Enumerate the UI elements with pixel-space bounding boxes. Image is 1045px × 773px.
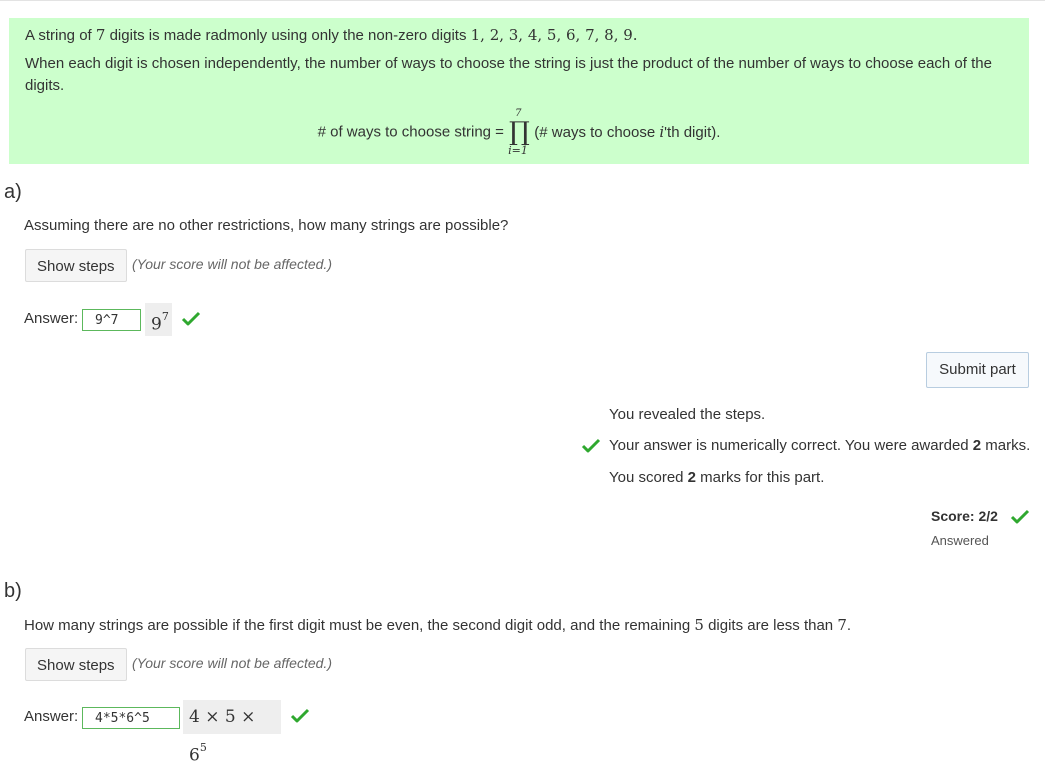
formula-lhs: # of ways to choose string = xyxy=(317,123,504,141)
answer-label: Answer: xyxy=(24,708,79,725)
answer-input[interactable]: 4*5*6^5 xyxy=(82,707,180,729)
intro-line-3: digits. xyxy=(25,77,65,94)
score-note: (Your score will not be affected.) xyxy=(132,256,332,272)
part-a-question: Assuming there are no other restrictions… xyxy=(24,217,509,234)
feedback-correct: Your answer is numerically correct. You … xyxy=(609,437,1031,454)
answer-preview: 4 × 5 × 65 xyxy=(183,700,281,766)
feedback-scored: You scored 2 marks for this part. xyxy=(609,469,825,486)
intro-box: A string of 7 digits is made radmonly us… xyxy=(9,18,1029,164)
feedback-revealed: You revealed the steps. xyxy=(609,406,766,423)
show-steps-button[interactable]: Show steps xyxy=(25,249,127,282)
part-a-label: a) xyxy=(4,181,22,203)
submit-part-button[interactable]: Submit part xyxy=(926,352,1029,388)
show-steps-button[interactable]: Show steps xyxy=(25,648,127,681)
answer-label: Answer: xyxy=(24,310,79,327)
intro-line-1: A string of 7 digits is made radmonly us… xyxy=(25,26,638,44)
check-icon xyxy=(181,311,201,326)
top-divider xyxy=(0,0,1045,1)
score-label: Score: 2/2 xyxy=(931,508,998,524)
status-answered: Answered xyxy=(931,533,989,548)
answer-input[interactable]: 9^7 xyxy=(82,309,141,331)
product-symbol: 7 ∏ i=1 xyxy=(508,108,530,157)
score-note: (Your score will not be affected.) xyxy=(132,655,332,671)
check-icon xyxy=(1010,509,1030,524)
check-icon xyxy=(581,438,601,453)
answer-preview: 97 xyxy=(145,303,172,336)
check-icon xyxy=(290,708,310,723)
intro-line-2: When each digit is chosen independently,… xyxy=(25,55,992,72)
product-formula: # of ways to choose string = 7 ∏ i=1 (# … xyxy=(9,108,1029,170)
part-b-label: b) xyxy=(4,580,22,602)
part-b-question: How many strings are possible if the fir… xyxy=(24,616,852,634)
formula-rhs: (# ways to choose i'th digit). xyxy=(534,123,721,141)
